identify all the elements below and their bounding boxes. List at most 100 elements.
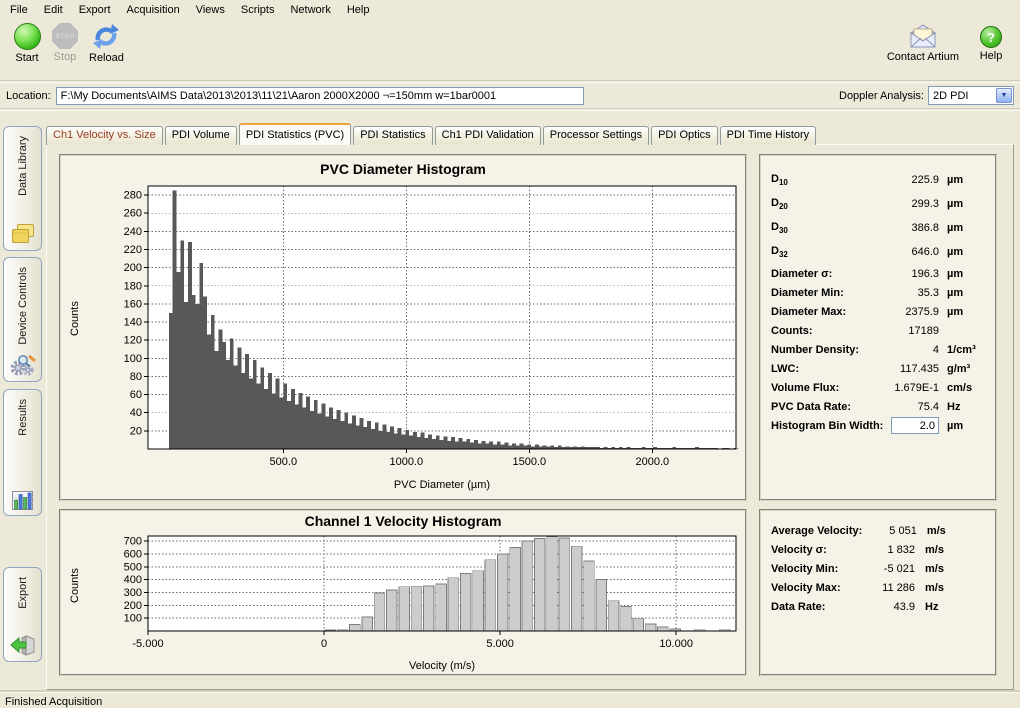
stat-unit: µm bbox=[947, 222, 981, 234]
velocity-histogram: 100200300400500600700-5.00005.00010.000 bbox=[61, 511, 745, 674]
sidebar-item-data-library[interactable]: Data Library bbox=[3, 126, 42, 251]
tab-strip: Ch1 Velocity vs. Size PDI Volume PDI Sta… bbox=[46, 111, 1014, 145]
svg-text:160: 160 bbox=[124, 298, 142, 310]
tab-pdi-time-history[interactable]: PDI Time History bbox=[720, 126, 817, 145]
location-input[interactable] bbox=[56, 87, 584, 105]
svg-text:220: 220 bbox=[124, 244, 142, 256]
stop-icon: STOP bbox=[52, 23, 78, 49]
stat-unit: g/m³ bbox=[947, 363, 981, 375]
histogram-bin-width-input[interactable] bbox=[891, 417, 939, 434]
start-icon bbox=[14, 23, 41, 50]
stat-row: Volume Flux:1.679E-1cm/s bbox=[771, 378, 981, 397]
stat-unit: µm bbox=[947, 287, 981, 299]
stat-row: Histogram Bin Width:µm bbox=[771, 416, 981, 435]
menu-export[interactable]: Export bbox=[71, 2, 119, 18]
svg-text:-5.000: -5.000 bbox=[132, 638, 163, 650]
svg-text:80: 80 bbox=[130, 371, 142, 383]
stat-value: 646.0 bbox=[859, 246, 939, 258]
svg-text:0: 0 bbox=[321, 638, 327, 650]
stat-value: 17189 bbox=[859, 325, 939, 337]
menu-bar: File Edit Export Acquisition Views Scrip… bbox=[0, 0, 1020, 19]
sidebar-item-label: Data Library bbox=[17, 136, 29, 196]
svg-text:20: 20 bbox=[130, 425, 142, 437]
svg-text:200: 200 bbox=[124, 600, 142, 612]
tab-pdi-optics[interactable]: PDI Optics bbox=[651, 126, 718, 145]
pvc-chart-title: PVC Diameter Histogram bbox=[61, 161, 745, 177]
contact-artium-label: Contact Artium bbox=[887, 51, 959, 63]
stat-row: Diameter Max:2375.9µm bbox=[771, 302, 981, 321]
sidebar-item-results[interactable]: Results bbox=[3, 389, 42, 516]
sidebar-item-label: Export bbox=[17, 577, 29, 609]
start-button[interactable]: Start bbox=[8, 21, 46, 66]
main-area: Data Library Device Controls bbox=[0, 111, 1020, 692]
svg-text:60: 60 bbox=[130, 389, 142, 401]
sidebar-item-device-controls[interactable]: Device Controls bbox=[3, 257, 42, 382]
bar-chart-icon bbox=[12, 491, 33, 510]
stat-value: 5 051 bbox=[862, 525, 917, 537]
stat-value: 11 286 bbox=[857, 582, 915, 594]
pvc-diameter-chart-panel: PVC Diameter Histogram Counts 20 40 60 80 10… bbox=[59, 154, 747, 501]
help-button[interactable]: ? Help bbox=[972, 21, 1010, 64]
stat-label: Velocity Min: bbox=[771, 563, 857, 575]
menu-file[interactable]: File bbox=[2, 2, 36, 18]
sidebar-item-label: Results bbox=[17, 399, 29, 436]
pvc-statistics-panel: D10225.9µmD20299.3µmD30386.8µmD32646.0µm… bbox=[759, 154, 997, 501]
tab-pdi-statistics-pvc[interactable]: PDI Statistics (PVC) bbox=[239, 123, 351, 145]
stat-label: D32 bbox=[771, 245, 859, 259]
pvc-chart-xlabel: PVC Diameter (µm) bbox=[148, 479, 736, 491]
stat-unit: µm bbox=[947, 306, 981, 318]
menu-acquisition[interactable]: Acquisition bbox=[119, 2, 188, 18]
help-icon: ? bbox=[980, 26, 1002, 48]
menu-network[interactable]: Network bbox=[282, 2, 338, 18]
pvc-diameter-histogram: 2040608010012014016018020022024026028050… bbox=[61, 156, 745, 499]
stat-value: -5 021 bbox=[857, 563, 915, 575]
content-area: Ch1 Velocity vs. Size PDI Volume PDI Sta… bbox=[46, 111, 1014, 692]
velocity-statistics-panel: Average Velocity:5 051 m/s Velocity σ:1 83… bbox=[759, 509, 997, 676]
stat-row: Number Density:41/cm³ bbox=[771, 340, 981, 359]
stat-row: LWC:117.435g/m³ bbox=[771, 359, 981, 378]
folders-icon bbox=[10, 223, 36, 245]
stat-unit: µm bbox=[947, 198, 981, 210]
contact-artium-button[interactable]: Contact Artium bbox=[882, 21, 964, 65]
stat-label: Average Velocity: bbox=[771, 525, 862, 537]
stat-label: Counts: bbox=[771, 325, 859, 337]
gears-icon bbox=[10, 352, 36, 376]
stat-value: 43.9 bbox=[857, 601, 915, 613]
svg-text:100: 100 bbox=[124, 353, 142, 365]
tab-ch1-pdi-validation[interactable]: Ch1 PDI Validation bbox=[435, 126, 541, 145]
stat-unit: cm/s bbox=[947, 382, 981, 394]
tab-pdi-volume[interactable]: PDI Volume bbox=[165, 126, 237, 145]
pvc-chart-ylabel: Counts bbox=[69, 301, 81, 336]
stat-value: 386.8 bbox=[859, 222, 939, 234]
stop-label: Stop bbox=[54, 51, 77, 63]
menu-views[interactable]: Views bbox=[188, 2, 233, 18]
svg-text:120: 120 bbox=[124, 335, 142, 347]
menu-help[interactable]: Help bbox=[339, 2, 378, 18]
menu-edit[interactable]: Edit bbox=[36, 2, 71, 18]
svg-text:180: 180 bbox=[124, 280, 142, 292]
stat-row: D32646.0µm bbox=[771, 240, 981, 264]
stop-button[interactable]: STOP Stop bbox=[46, 21, 84, 65]
tab-ch1-velocity-vs-size[interactable]: Ch1 Velocity vs. Size bbox=[46, 126, 163, 145]
doppler-analysis-select[interactable]: 2D PDI ▼ bbox=[928, 86, 1014, 105]
svg-text:40: 40 bbox=[130, 407, 142, 419]
stat-label: Diameter Max: bbox=[771, 306, 859, 318]
stat-row: D10225.9µm bbox=[771, 168, 981, 192]
stat-row: Velocity σ:1 832m/s bbox=[771, 540, 955, 559]
svg-text:140: 140 bbox=[124, 317, 142, 329]
stat-unit: m/s bbox=[925, 563, 955, 575]
svg-text:500: 500 bbox=[124, 561, 142, 573]
tab-processor-settings[interactable]: Processor Settings bbox=[543, 126, 649, 145]
stat-unit: 1/cm³ bbox=[947, 344, 981, 356]
stat-label: Velocity Max: bbox=[771, 582, 857, 594]
svg-text:500.0: 500.0 bbox=[270, 456, 298, 468]
stat-value: 4 bbox=[859, 344, 939, 356]
reload-button[interactable]: Reload bbox=[84, 21, 129, 66]
menu-scripts[interactable]: Scripts bbox=[233, 2, 283, 18]
tab-pdi-statistics[interactable]: PDI Statistics bbox=[353, 126, 432, 145]
sidebar-item-export[interactable]: Export bbox=[3, 567, 42, 662]
stat-label: Volume Flux: bbox=[771, 382, 859, 394]
svg-text:2000.0: 2000.0 bbox=[636, 456, 670, 468]
svg-text:10.000: 10.000 bbox=[659, 638, 693, 650]
stat-label: LWC: bbox=[771, 363, 859, 375]
